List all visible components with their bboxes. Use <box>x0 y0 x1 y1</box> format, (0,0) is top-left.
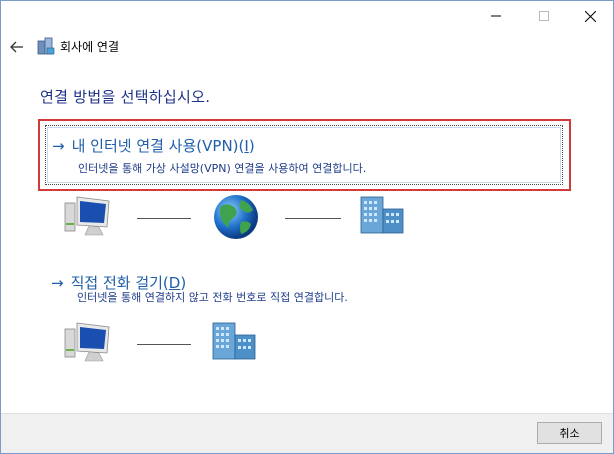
minimize-icon <box>491 15 501 17</box>
arrow-right-icon: → <box>52 137 65 155</box>
arrow-right-icon: → <box>51 274 64 292</box>
option-vpn-title: → 내 인터넷 연결 사용(VPN)(I) <box>52 135 255 156</box>
option-direct-dial[interactable]: → 직접 전화 걸기(D) 인터넷을 통해 연결하지 않고 전화 번호로 직접 연… <box>45 263 555 323</box>
office-building-icon <box>212 322 256 360</box>
option-direct-dial-description: 인터넷을 통해 연결하지 않고 전화 번호로 직접 연결합니다. <box>77 291 348 304</box>
wizard-footer <box>1 413 613 453</box>
computer-icon <box>64 322 110 362</box>
option-vpn-label-suffix: ) <box>248 137 255 155</box>
internet-globe-icon <box>214 195 258 239</box>
office-building-icon <box>360 196 404 234</box>
maximize-icon <box>539 11 549 21</box>
workplace-network-icon <box>37 37 55 55</box>
minimize-button[interactable] <box>473 1 519 31</box>
page-heading: 연결 방법을 선택하십시오. <box>40 88 211 106</box>
connection-line <box>285 218 341 219</box>
close-icon <box>584 10 596 22</box>
close-button[interactable] <box>567 1 613 31</box>
vpn-connection-diagram <box>61 193 461 243</box>
back-arrow-icon <box>10 41 23 53</box>
option-vpn-label: 내 인터넷 연결 사용(VPN)( <box>71 137 245 155</box>
connection-line <box>137 218 191 219</box>
option-vpn-description: 인터넷을 통해 가상 사설망(VPN) 연결을 사용하여 연결합니다. <box>78 162 367 175</box>
computer-icon <box>64 196 110 236</box>
maximize-button <box>521 1 567 31</box>
wizard-title: 회사에 연결 <box>60 40 120 54</box>
option-vpn[interactable]: → 내 인터넷 연결 사용(VPN)(I) 인터넷을 통해 가상 사설망(VPN)… <box>45 125 563 185</box>
direct-dial-connection-diagram <box>61 319 361 369</box>
cancel-button[interactable]: 취소 <box>537 422 602 444</box>
back-button[interactable] <box>7 37 27 57</box>
wizard-window: 회사에 연결 연결 방법을 선택하십시오. → 내 인터넷 연결 사용(VPN)(… <box>0 0 614 454</box>
connection-line <box>137 344 191 345</box>
